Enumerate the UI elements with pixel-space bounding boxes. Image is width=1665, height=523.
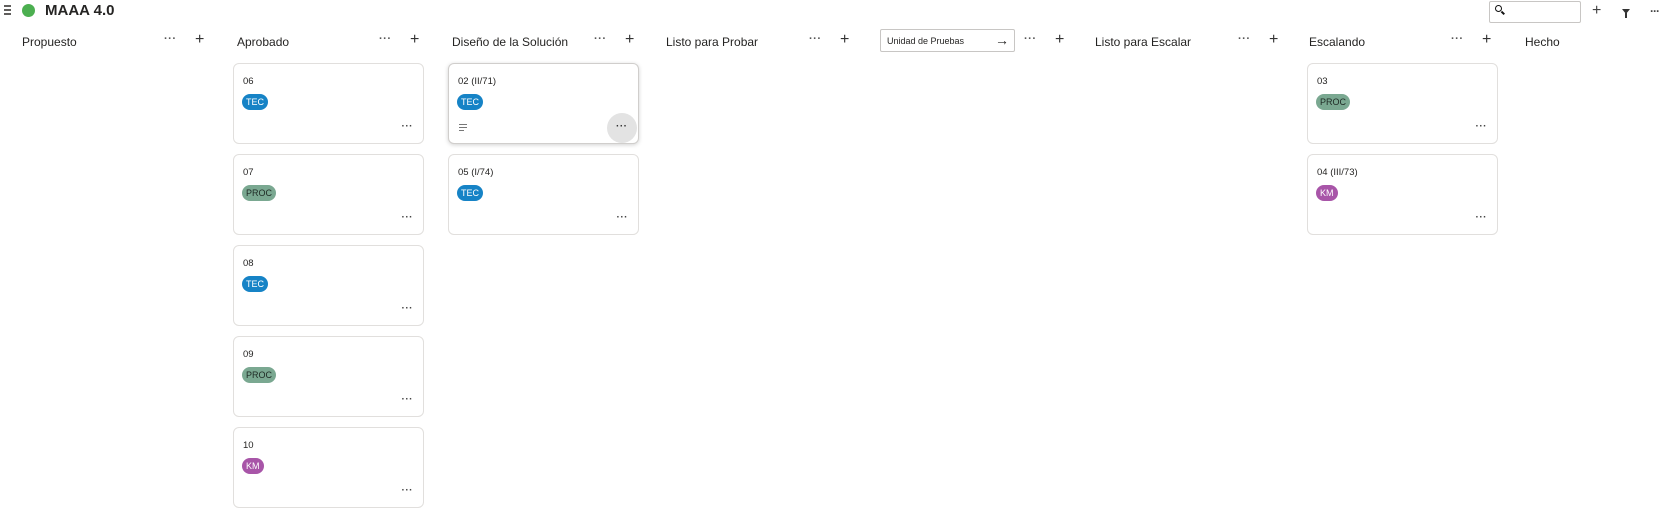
tag-badge: PROC (242, 185, 277, 201)
filter-icon[interactable] (1622, 9, 1630, 18)
column-header-listo-probar: Listo para Probar ··· + (666, 31, 851, 52)
column-title[interactable]: Aprobado (237, 35, 289, 49)
column-more-button[interactable]: ··· (164, 33, 177, 45)
task-card[interactable]: 06 TEC ··· (233, 63, 424, 144)
card-more-button[interactable]: ··· (402, 212, 414, 223)
arrow-right-icon[interactable]: → (995, 32, 1009, 48)
column-header-propuesto: Propuesto ··· + (22, 31, 207, 52)
column-header-escalando: Escalando ··· + (1309, 31, 1494, 52)
card-title: 06 (243, 76, 254, 87)
card-more-label: ··· (616, 121, 628, 132)
task-card[interactable]: 07 PROC ··· (233, 154, 424, 235)
board-status-icon (22, 4, 35, 17)
column-name-input[interactable] (881, 30, 993, 51)
column-more-button[interactable]: ··· (594, 33, 607, 45)
card-more-button[interactable]: ··· (402, 394, 414, 405)
column-more-button[interactable]: ··· (809, 33, 822, 45)
tag-badge: TEC (242, 94, 268, 110)
card-title: 02 (II/71) (458, 76, 497, 87)
task-card[interactable]: 05 (I/74) TEC ··· (448, 154, 639, 235)
add-column-button[interactable]: + (1592, 3, 1601, 19)
add-card-button[interactable]: + (1482, 31, 1491, 49)
column-more-button[interactable]: ··· (1451, 33, 1464, 45)
add-card-button[interactable]: + (840, 31, 849, 49)
column-header-aprobado: Aprobado ··· + (237, 31, 422, 52)
column-name-field[interactable]: → (880, 29, 1015, 52)
tag-badge: TEC (457, 94, 483, 110)
tag-badge: PROC (242, 367, 277, 383)
board-more-button[interactable]: ··· (1650, 4, 1660, 18)
card-more-button[interactable]: ··· (402, 303, 414, 314)
task-card[interactable]: 08 TEC ··· (233, 245, 424, 326)
card-title: 03 (1317, 76, 1328, 87)
add-card-button[interactable]: + (1055, 31, 1064, 49)
card-title: 04 (III/73) (1317, 167, 1358, 178)
column-header-hecho: Hecho (1525, 32, 1605, 52)
column-more-button[interactable]: ··· (379, 33, 392, 45)
column-title[interactable]: Listo para Escalar (1095, 35, 1191, 49)
column-title[interactable]: Hecho (1525, 35, 1560, 49)
task-card[interactable]: 10 KM ··· (233, 427, 424, 508)
task-card[interactable]: 03 PROC ··· (1307, 63, 1498, 144)
card-title: 07 (243, 167, 254, 178)
card-more-button[interactable]: ··· (1476, 121, 1488, 132)
card-more-button[interactable]: ··· (617, 212, 629, 223)
card-more-button[interactable]: ··· (402, 121, 414, 132)
board-title[interactable]: MAAA 4.0 (45, 2, 114, 19)
top-bar: MAAA 4.0 + ··· (0, 0, 1665, 24)
tag-badge: PROC (1316, 94, 1351, 110)
card-more-button[interactable]: ··· (1476, 212, 1488, 223)
add-card-button[interactable]: + (195, 31, 204, 49)
column-title[interactable]: Diseño de la Solución (452, 35, 568, 49)
column-title[interactable]: Escalando (1309, 35, 1365, 49)
tag-badge: KM (1316, 185, 1338, 201)
card-title: 08 (243, 258, 254, 269)
column-title[interactable]: Propuesto (22, 35, 77, 49)
card-title: 05 (I/74) (458, 167, 494, 178)
column-header-diseno: Diseño de la Solución ··· + (452, 31, 637, 52)
task-card[interactable]: 02 (II/71) TEC ··· (448, 63, 639, 144)
card-title: 09 (243, 349, 254, 360)
add-card-button[interactable]: + (625, 31, 634, 49)
card-title: 10 (243, 440, 254, 451)
column-header-listo-escalar: Listo para Escalar ··· + (1095, 31, 1280, 52)
tag-badge: TEC (457, 185, 483, 201)
add-card-button[interactable]: + (410, 31, 419, 49)
search-input[interactable] (1489, 1, 1581, 23)
search-icon (1495, 5, 1502, 12)
tag-badge: TEC (242, 276, 268, 292)
menu-icon[interactable] (4, 5, 12, 15)
column-title[interactable]: Listo para Probar (666, 35, 758, 49)
column-more-button[interactable]: ··· (1238, 33, 1251, 45)
column-more-button[interactable]: ··· (1024, 33, 1037, 45)
tag-badge: KM (242, 458, 264, 474)
card-more-button[interactable]: ··· (607, 113, 637, 143)
task-card[interactable]: 09 PROC ··· (233, 336, 424, 417)
add-card-button[interactable]: + (1269, 31, 1278, 49)
notes-icon (459, 124, 467, 131)
card-more-button[interactable]: ··· (402, 485, 414, 496)
column-header-unidad-pruebas: ··· + (1024, 31, 1070, 52)
task-card[interactable]: 04 (III/73) KM ··· (1307, 154, 1498, 235)
